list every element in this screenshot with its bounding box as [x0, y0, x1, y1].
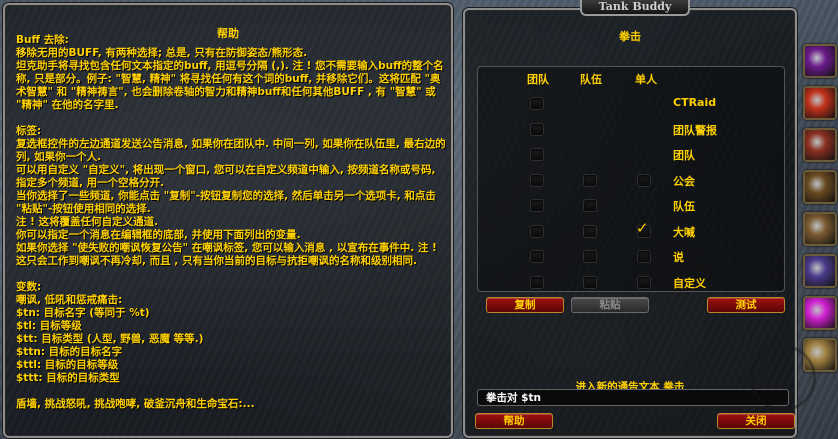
help-body-text: Buff 去除: 移除无用的BUFF, 有两种选择; 总是, 只有在防御姿态/熊…	[16, 34, 446, 410]
checkbox-party[interactable]	[583, 275, 597, 289]
channel-label: 团队	[673, 149, 695, 162]
window-title[interactable]: Tank Buddy	[580, 0, 690, 16]
watermark-logo	[750, 345, 816, 411]
checkbox-party[interactable]	[583, 199, 597, 212]
checkbox-solo[interactable]	[637, 173, 651, 187]
warrior-helm-icon[interactable]	[803, 170, 837, 204]
channel-label: 大喊	[673, 225, 695, 239]
checkbox-raid[interactable]	[530, 250, 544, 263]
help-button[interactable]: 帮助	[475, 413, 553, 429]
checkbox-raid[interactable]	[530, 275, 544, 289]
channel-label: 自定义	[673, 276, 706, 290]
checkbox-raid[interactable]	[530, 199, 544, 212]
test-button[interactable]: 测试	[707, 297, 785, 313]
shadow-orb-icon[interactable]	[803, 44, 837, 78]
dwarf-face-icon[interactable]	[803, 212, 837, 246]
column-header-solo: 单人	[635, 73, 657, 86]
checkbox-raid[interactable]	[530, 148, 544, 161]
announce-message-input[interactable]	[477, 389, 789, 406]
column-header-party: 队伍	[580, 73, 602, 86]
column-header-raid: 团队	[527, 73, 549, 86]
checkbox-party[interactable]	[583, 224, 597, 238]
help-panel: 帮助 Buff 去除: 移除无用的BUFF, 有两种选择; 总是, 只有在防御姿…	[3, 3, 453, 438]
tab-heading: 拳击	[619, 30, 641, 43]
checkbox-raid[interactable]	[530, 173, 544, 187]
tank-buddy-window: 拳击 团队 队伍 单人 CTRaid 团队警报 团队 公会 队伍 大喊 ✓ 说自定义 复制 粘…	[463, 8, 797, 438]
checkbox-raid[interactable]	[530, 122, 544, 136]
magenta-orb-icon[interactable]	[803, 296, 837, 330]
checkbox-solo[interactable]	[637, 250, 651, 263]
checkbox-party[interactable]	[583, 250, 597, 263]
channel-label: CTRaid	[673, 96, 717, 109]
arcane-icon[interactable]	[803, 254, 837, 288]
close-button[interactable]: 关闭	[717, 413, 795, 429]
paste-button[interactable]: 粘贴	[571, 297, 649, 313]
checkbox-raid[interactable]	[530, 97, 544, 110]
checkmark-icon: ✓	[636, 218, 649, 237]
channel-label: 说	[673, 251, 684, 264]
channel-label: 团队警报	[673, 123, 717, 137]
sword-strike-icon[interactable]	[803, 128, 837, 162]
checkbox-party[interactable]	[583, 173, 597, 187]
channel-grid	[477, 66, 785, 292]
copy-button[interactable]: 复制	[486, 297, 564, 313]
checkbox-raid[interactable]	[530, 224, 544, 238]
checkbox-solo[interactable]	[637, 275, 651, 289]
fire-shout-icon[interactable]	[803, 86, 837, 120]
channel-label: 队伍	[673, 200, 695, 213]
channel-label: 公会	[673, 174, 695, 188]
